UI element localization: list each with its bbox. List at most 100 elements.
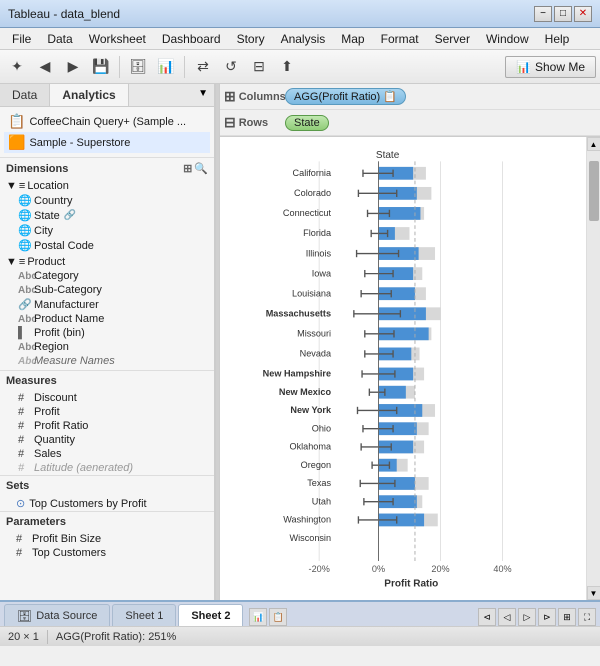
menu-map[interactable]: Map [333, 30, 372, 48]
scroll-down[interactable]: ▼ [587, 586, 600, 600]
link-icon: 🔗 [64, 210, 76, 221]
field-profit-ratio[interactable]: # Profit Ratio [2, 419, 212, 433]
menu-story[interactable]: Story [229, 30, 273, 48]
duplicate-button[interactable]: 📋 [269, 608, 287, 626]
panel-dropdown[interactable]: ▼ [192, 84, 214, 106]
menu-analysis[interactable]: Analysis [273, 30, 334, 48]
search-icon[interactable]: 🔍 [194, 162, 208, 175]
menu-window[interactable]: Window [478, 30, 537, 48]
field-postal-code[interactable]: 🌐 Postal Code [2, 238, 212, 253]
sets-section: Sets ⊙ Top Customers by Profit [0, 475, 214, 511]
menu-format[interactable]: Format [373, 30, 427, 48]
field-state[interactable]: 🌐 State 🔗 [2, 208, 212, 223]
toolbar-datasource[interactable]: 🗄 [125, 54, 151, 80]
field-category[interactable]: Abc Category [2, 269, 212, 283]
status-separator [47, 630, 48, 644]
rows-icon: ⊟ [224, 114, 236, 131]
menu-worksheet[interactable]: Worksheet [81, 30, 154, 48]
svg-text:California: California [293, 168, 332, 178]
abc-icon: Abc [18, 356, 30, 367]
set-top-customers[interactable]: ⊙ Top Customers by Profit [0, 496, 214, 511]
location-group-header[interactable]: ▼ ≡ Location [2, 179, 212, 193]
field-city[interactable]: 🌐 City [2, 223, 212, 238]
field-quantity[interactable]: # Quantity [2, 433, 212, 447]
tab-data[interactable]: Data [0, 84, 50, 106]
tab-data-source[interactable]: 🗄 Data Source [4, 604, 110, 626]
window-controls[interactable]: − □ ✕ [534, 6, 592, 22]
rows-pill[interactable]: State [285, 115, 329, 131]
close-button[interactable]: ✕ [574, 6, 592, 22]
maximize-button[interactable]: □ [554, 6, 572, 22]
field-manufacturer[interactable]: 🔗 Manufacturer [2, 297, 212, 312]
new-sheet-button[interactable]: 📊 [249, 608, 267, 626]
menu-help[interactable]: Help [537, 30, 578, 48]
tab-analytics[interactable]: Analytics [50, 84, 128, 106]
tab-sheet1[interactable]: Sheet 1 [112, 604, 176, 626]
chart-scrollbar[interactable]: ▲ ▼ [586, 137, 600, 600]
menu-dashboard[interactable]: Dashboard [154, 30, 229, 48]
tab-label: Sheet 2 [191, 610, 230, 622]
toolbar-new[interactable]: ✦ [4, 54, 30, 80]
datasource-coffeechain[interactable]: 📋 CoffeeChain Query+ (Sample ... [4, 111, 210, 132]
toolbar-back[interactable]: ◀ [32, 54, 58, 80]
field-profit[interactable]: # Profit [2, 405, 212, 419]
tab-sheet2[interactable]: Sheet 2 [178, 604, 243, 626]
toolbar-refresh[interactable]: ↺ [218, 54, 244, 80]
field-subcategory[interactable]: Abc Sub-Category [2, 283, 212, 297]
tab-label: Sheet 1 [125, 610, 163, 622]
field-country[interactable]: 🌐 Country [2, 193, 212, 208]
hash-icon: # [18, 462, 30, 474]
toolbar-export[interactable]: ⬆ [274, 54, 300, 80]
toolbar-forward[interactable]: ▶ [60, 54, 86, 80]
tab-label: Data Source [36, 610, 97, 622]
toolbar-save[interactable]: 💾 [88, 54, 114, 80]
sets-header: Sets [0, 476, 214, 496]
scroll-track[interactable] [587, 151, 600, 586]
nav-prev[interactable]: ◁ [498, 608, 516, 626]
nav-first[interactable]: ⊲ [478, 608, 496, 626]
columns-pill[interactable]: AGG(Profit Ratio) 📋 [285, 88, 406, 105]
minimize-button[interactable]: − [534, 6, 552, 22]
menu-bar: File Data Worksheet Dashboard Story Anal… [0, 28, 600, 50]
location-group: ▼ ≡ Location 🌐 Country 🌐 State 🔗 🌐 City [2, 179, 212, 253]
field-region[interactable]: Abc Region [2, 340, 212, 354]
columns-shelf: ⊞ Columns AGG(Profit Ratio) 📋 [220, 84, 600, 110]
svg-text:Washington: Washington [283, 515, 331, 525]
nav-fullscreen[interactable]: ⛶ [578, 608, 596, 626]
svg-text:Ohio: Ohio [312, 423, 331, 433]
svg-text:Oregon: Oregon [301, 460, 331, 470]
field-product-name[interactable]: Abc Product Name [2, 312, 212, 326]
toolbar-swap[interactable]: ⇄ [190, 54, 216, 80]
field-name: Sales [34, 448, 62, 460]
scroll-up[interactable]: ▲ [587, 137, 600, 151]
menu-data[interactable]: Data [39, 30, 80, 48]
toolbar-chart1[interactable]: 📊 [153, 54, 179, 80]
param-profit-bin-size[interactable]: # Profit Bin Size [0, 532, 214, 546]
globe-icon: 🌐 [18, 194, 30, 207]
datasource-icon-1: 📋 [8, 113, 25, 130]
nav-last[interactable]: ⊳ [538, 608, 556, 626]
show-me-button[interactable]: 📊 Show Me [505, 56, 596, 78]
scroll-thumb[interactable] [589, 161, 599, 221]
menu-server[interactable]: Server [427, 30, 478, 48]
menu-file[interactable]: File [4, 30, 39, 48]
product-group-header[interactable]: ▼ ≡ Product [2, 255, 212, 269]
field-latitude[interactable]: # Latitude (aenerated) [2, 461, 212, 475]
abc-icon: Abc [18, 285, 30, 296]
field-name: Latitude (aenerated) [34, 462, 133, 474]
nav-grid[interactable]: ⊞ [558, 608, 576, 626]
hash-icon: # [18, 420, 30, 432]
datasource-name-2: Sample - Superstore [29, 137, 130, 149]
nav-next[interactable]: ▷ [518, 608, 536, 626]
field-discount[interactable]: # Discount [2, 391, 212, 405]
hash-icon: # [16, 533, 28, 545]
field-name: State [34, 210, 60, 222]
svg-text:Oklahoma: Oklahoma [290, 442, 332, 452]
field-profit-bin[interactable]: ▌ Profit (bin) [2, 326, 212, 340]
svg-text:Wisconsin: Wisconsin [290, 533, 332, 543]
datasource-superstore[interactable]: 🟧 Sample - Superstore [4, 132, 210, 153]
param-top-customers[interactable]: # Top Customers [0, 546, 214, 560]
field-sales[interactable]: # Sales [2, 447, 212, 461]
field-measure-names[interactable]: Abc Measure Names [2, 354, 212, 368]
toolbar-filter[interactable]: ⊟ [246, 54, 272, 80]
